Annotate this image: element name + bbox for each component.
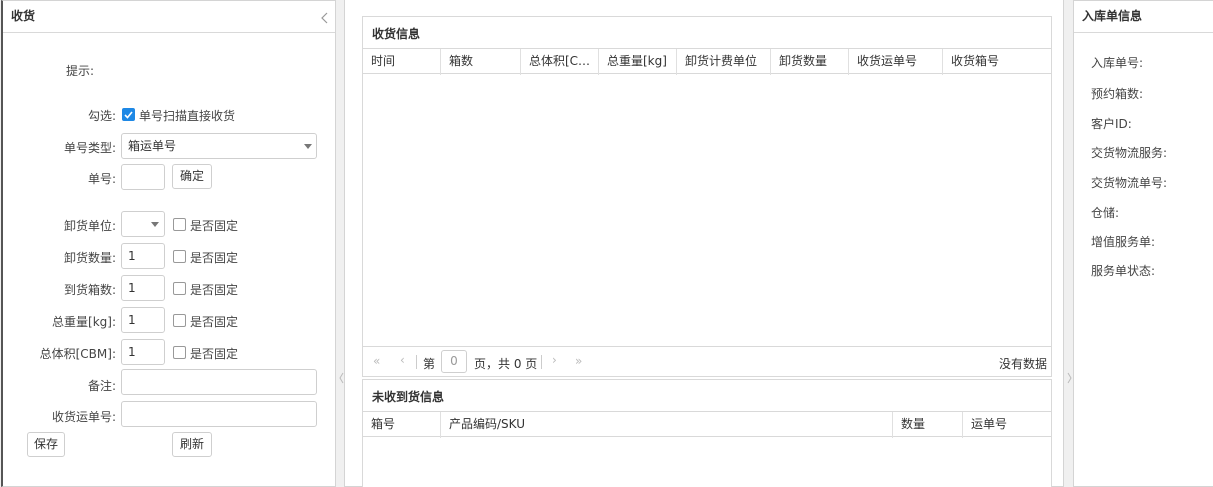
field-delivery-tracking: 交货物流单号: [1091,176,1168,190]
volume-fixed-label: 是否固定 [190,347,239,361]
refresh-button[interactable]: 刷新 [172,432,212,457]
save-button[interactable]: 保存 [27,432,65,457]
check-label: 勾选: [87,109,116,123]
first-page-icon[interactable]: « [373,354,380,368]
chevron-down-icon [151,222,159,227]
col-box-no[interactable]: 收货箱号 [943,49,1051,75]
page-prefix: 第 [423,357,436,371]
field-warehouse: 仓储: [1091,206,1120,220]
next-page-icon[interactable]: › [552,353,557,367]
arrive-boxes-input[interactable]: 1 [121,275,165,301]
inbound-panel-title: 入库单信息 [1074,1,1213,33]
pager-sep-2 [541,355,542,369]
col-time[interactable]: 时间 [363,49,441,75]
order-no-input[interactable] [121,164,165,190]
col-boxes[interactable]: 箱数 [441,49,521,75]
field-service-status: 服务单状态: [1091,264,1156,278]
pending-table-header: 箱号 产品编码/SKU 数量 运单号 [363,411,1051,438]
field-reserved-boxes: 预约箱数: [1091,87,1144,101]
pending-info-section: 未收到货信息 箱号 产品编码/SKU 数量 运单号 [362,379,1052,487]
unload-unit-fixed-label: 是否固定 [190,219,239,233]
col-waybill[interactable]: 收货运单号 [849,49,943,75]
waybill-label: 收货运单号: [51,410,116,424]
receipt-table-header: 时间 箱数 总体积[C… 总重量[kg] 卸货计费单位 卸货数量 收货运单号 收… [363,48,1051,75]
prev-page-icon[interactable]: ‹ [400,353,405,367]
scan-direct-label: 单号扫描直接收货 [139,109,236,123]
unload-qty-label: 卸货数量: [63,251,116,265]
page-suffix: 页，共 0 页 [474,357,538,371]
receive-panel: 收货 提示: 勾选: 单号扫描直接收货 单号类型: 箱运单号 单号: 确定 卸货… [1,0,336,487]
remark-input[interactable] [121,369,317,395]
field-vas-order: 增值服务单: [1091,235,1156,249]
arrive-boxes-fixed-checkbox[interactable] [173,282,186,295]
volume-fixed-checkbox[interactable] [173,346,186,359]
volume-input[interactable]: 1 [121,339,165,365]
col-weight[interactable]: 总重量[kg] [599,49,677,75]
page-number-input[interactable]: 0 [441,350,467,373]
confirm-button[interactable]: 确定 [172,164,212,189]
weight-fixed-label: 是否固定 [190,315,239,329]
unload-qty-input[interactable]: 1 [121,243,165,269]
unload-unit-fixed-checkbox[interactable] [173,218,186,231]
order-type-select[interactable]: 箱运单号 [121,133,317,159]
chevron-down-icon [304,144,312,149]
arrive-boxes-fixed-label: 是否固定 [190,283,239,297]
field-customer-id: 客户ID: [1091,117,1132,131]
unload-qty-fixed-checkbox[interactable] [173,250,186,263]
receipt-info-section: 收货信息 时间 箱数 总体积[C… 总重量[kg] 卸货计费单位 卸货数量 收货… [362,16,1052,377]
weight-input[interactable]: 1 [121,307,165,333]
unload-unit-select[interactable] [121,211,165,237]
no-data-text: 没有数据 [998,357,1047,371]
scan-direct-checkbox[interactable] [122,108,135,121]
order-type-label: 单号类型: [63,141,116,155]
receipt-pager: « ‹ 第 0 页，共 0 页 › » 没有数据 [363,346,1051,376]
unload-unit-label: 卸货单位: [63,219,116,233]
volume-label: 总体积[CBM]: [39,347,116,361]
collapse-left-icon[interactable] [319,11,331,25]
receive-panel-title: 收货 [3,1,335,33]
col-waybill-no[interactable]: 运单号 [963,412,1051,438]
col-unload-qty[interactable]: 卸货数量 [771,49,849,75]
waybill-input[interactable] [121,401,317,427]
hint-label: 提示: [65,64,94,78]
unload-qty-fixed-label: 是否固定 [190,251,239,265]
pager-sep-1 [416,355,417,369]
last-page-icon[interactable]: » [575,354,582,368]
weight-label: 总重量[kg]: [52,315,116,329]
receipt-info-title: 收货信息 [372,27,421,41]
splitter-left[interactable] [337,0,344,487]
splitter-right[interactable] [1064,0,1073,487]
inbound-panel: 入库单信息 入库单号: 预约箱数: 客户ID: 交货物流服务: 交货物流单号: … [1073,0,1213,487]
col-sku[interactable]: 产品编码/SKU [441,412,893,438]
weight-fixed-checkbox[interactable] [173,314,186,327]
col-unload-unit[interactable]: 卸货计费单位 [677,49,771,75]
arrive-boxes-label: 到货箱数: [63,283,116,297]
col-quantity[interactable]: 数量 [893,412,963,438]
field-delivery-service: 交货物流服务: [1091,146,1168,160]
remark-label: 备注: [87,379,116,393]
order-type-value: 箱运单号 [128,139,177,153]
order-no-label: 单号: [87,172,116,186]
pending-info-title: 未收到货信息 [372,390,445,404]
col-volume[interactable]: 总体积[C… [521,49,599,75]
middle-panel: 收货信息 时间 箱数 总体积[C… 总重量[kg] 卸货计费单位 卸货数量 收货… [344,0,1064,487]
field-inbound-no: 入库单号: [1091,56,1144,70]
col-box-number[interactable]: 箱号 [363,412,441,438]
